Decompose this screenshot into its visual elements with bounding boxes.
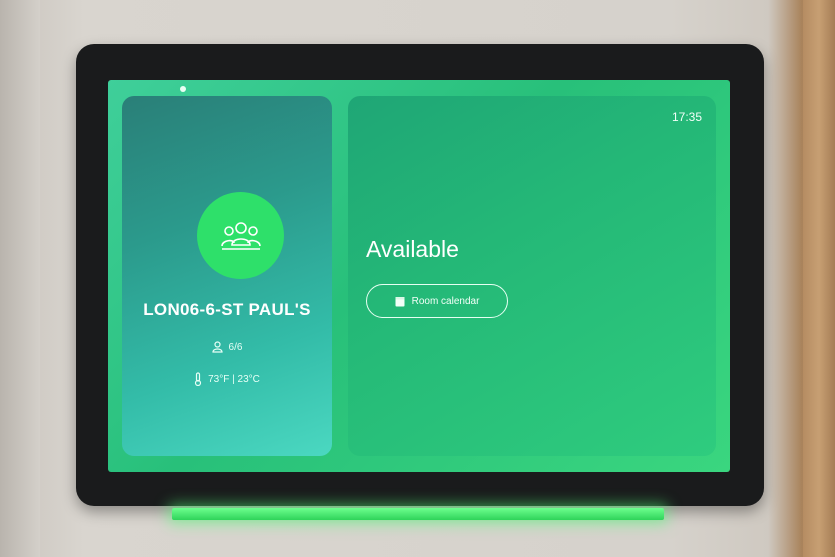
capacity-value: 6/6 — [228, 341, 243, 353]
temperature-value: 73°F | 23°C — [208, 373, 260, 385]
people-group-icon — [197, 192, 284, 279]
room-name: LON06-6-ST PAUL'S — [143, 300, 311, 319]
availability-status: Available — [366, 236, 459, 262]
wifi-indicator-icon — [180, 86, 186, 92]
temperature-row: 73°F | 23°C — [122, 372, 332, 386]
panel-screen: LON06-6-ST PAUL'S 6/6 73°F | 23°C 17:35 … — [108, 80, 730, 472]
room-calendar-label: Room calendar — [411, 295, 480, 307]
clock: 17:35 — [671, 110, 702, 124]
door-frame — [803, 0, 835, 557]
room-calendar-button[interactable]: Room calendar — [366, 284, 508, 318]
availability-card: 17:35 Available Room calendar — [348, 96, 716, 456]
calendar-icon — [395, 296, 405, 306]
wall — [0, 0, 40, 557]
status-led-bar — [172, 508, 664, 520]
room-info-card: LON06-6-ST PAUL'S 6/6 73°F | 23°C — [122, 96, 332, 456]
capacity-row: 6/6 — [122, 341, 332, 353]
person-icon — [211, 341, 223, 353]
thermometer-icon — [195, 372, 202, 386]
